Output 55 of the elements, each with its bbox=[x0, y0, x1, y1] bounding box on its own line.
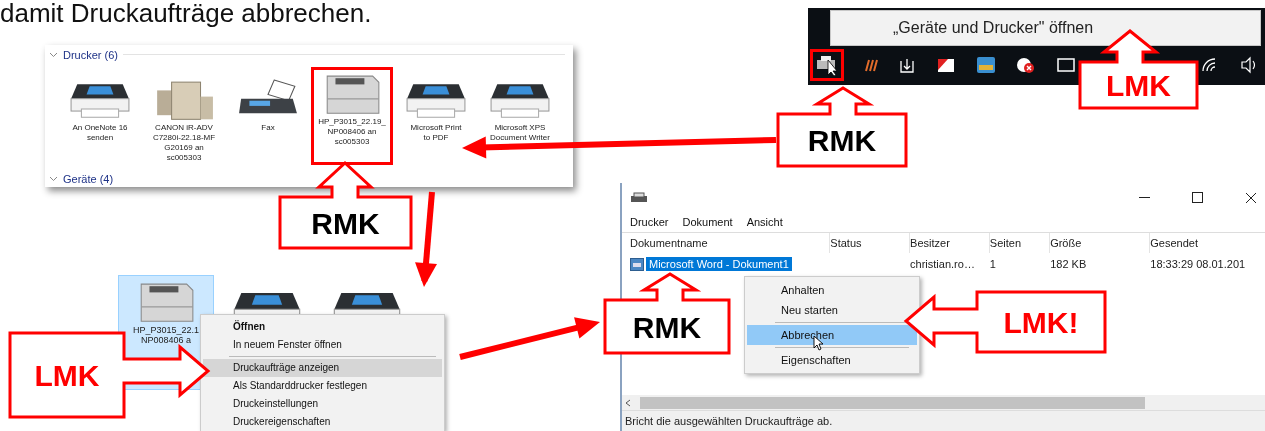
column-header[interactable]: Seiten bbox=[989, 233, 1051, 253]
callout-label: LMK bbox=[34, 359, 100, 392]
menu-item[interactable]: Druckaufträge anzeigen bbox=[203, 359, 442, 377]
group-title: Drucker (6) bbox=[63, 48, 118, 61]
table-cell: 1 bbox=[989, 258, 996, 270]
column-header[interactable]: Status bbox=[830, 233, 911, 253]
menu-item[interactable]: Druckeinstellungen bbox=[203, 395, 442, 413]
menu-item[interactable]: Druckereigenschaften bbox=[203, 413, 442, 431]
scroll-left-icon[interactable] bbox=[625, 398, 631, 407]
status-bar: Bricht die ausgewählten Druckaufträge ab. bbox=[622, 410, 1265, 431]
heading-text: damit Druckaufträge abbrechen. bbox=[0, 0, 372, 28]
maximize-icon[interactable] bbox=[1192, 192, 1203, 203]
callout-label: LMK! bbox=[1003, 306, 1079, 339]
menu-bar-item[interactable]: Ansicht bbox=[746, 216, 783, 228]
callout-label: RMK bbox=[632, 310, 702, 344]
menu-item[interactable]: Neu starten bbox=[747, 300, 917, 320]
table-cell[interactable]: Microsoft Word - Dokument1 bbox=[646, 257, 792, 271]
window-icon[interactable] bbox=[1056, 57, 1076, 73]
menu-bar-item[interactable]: Drucker bbox=[630, 216, 669, 228]
tray-printer-icon[interactable] bbox=[810, 49, 844, 81]
scrollbar-thumb[interactable] bbox=[640, 396, 1145, 409]
printer-icon bbox=[630, 191, 648, 204]
chevron-icon bbox=[49, 51, 58, 58]
column-header[interactable]: Dokumentname bbox=[630, 233, 831, 253]
menu-item[interactable]: Abbrechen bbox=[747, 325, 917, 345]
printer-item[interactable]: Microsoft Print to PDF bbox=[395, 72, 477, 170]
callout-label: RMK bbox=[311, 206, 380, 240]
error-badge-icon[interactable] bbox=[1016, 56, 1036, 74]
callout-label: LMK bbox=[1106, 69, 1171, 102]
printer-item[interactable]: HP_P3015_22.19_ NP008406 an sc005303 bbox=[311, 66, 393, 165]
colored-bars-icon[interactable] bbox=[864, 58, 878, 72]
menu-bar-item[interactable]: Dokument bbox=[682, 216, 733, 228]
app-icon[interactable] bbox=[976, 56, 996, 74]
callout-label: RMK bbox=[807, 124, 877, 157]
column-header[interactable]: Gesendet bbox=[1150, 233, 1265, 253]
column-header[interactable]: Besitzer bbox=[910, 233, 990, 253]
document-icon bbox=[630, 257, 644, 271]
flag-icon[interactable] bbox=[936, 56, 956, 74]
horizontal-scrollbar[interactable] bbox=[622, 395, 1265, 410]
download-icon[interactable] bbox=[898, 56, 916, 74]
table-cell: christian.ro… bbox=[910, 258, 975, 270]
column-header[interactable]: Größe bbox=[1050, 233, 1151, 253]
printer-item[interactable]: Microsoft XPS Document Writer bbox=[479, 72, 561, 170]
printer-item[interactable]: An OneNote 16 senden bbox=[59, 72, 141, 170]
tooltip: „Geräte und Drucker" öffnen bbox=[830, 10, 1261, 46]
menu-item[interactable]: Eigenschaften bbox=[747, 350, 917, 370]
menu-item[interactable]: Anhalten bbox=[747, 280, 917, 300]
printer-item[interactable]: Fax bbox=[227, 72, 309, 170]
printer-item[interactable]: CANON iR-ADV C7280i-22.18-MF G20169 an sc005303 bbox=[143, 72, 225, 170]
group-title: Geräte (4) bbox=[63, 173, 114, 186]
table-cell: 182 KB bbox=[1050, 258, 1087, 270]
table-cell: 18:33:29 08.01.201 bbox=[1150, 258, 1246, 270]
chevron-icon bbox=[49, 176, 58, 183]
close-icon[interactable] bbox=[1245, 191, 1257, 204]
minimize-icon[interactable] bbox=[1139, 196, 1150, 199]
